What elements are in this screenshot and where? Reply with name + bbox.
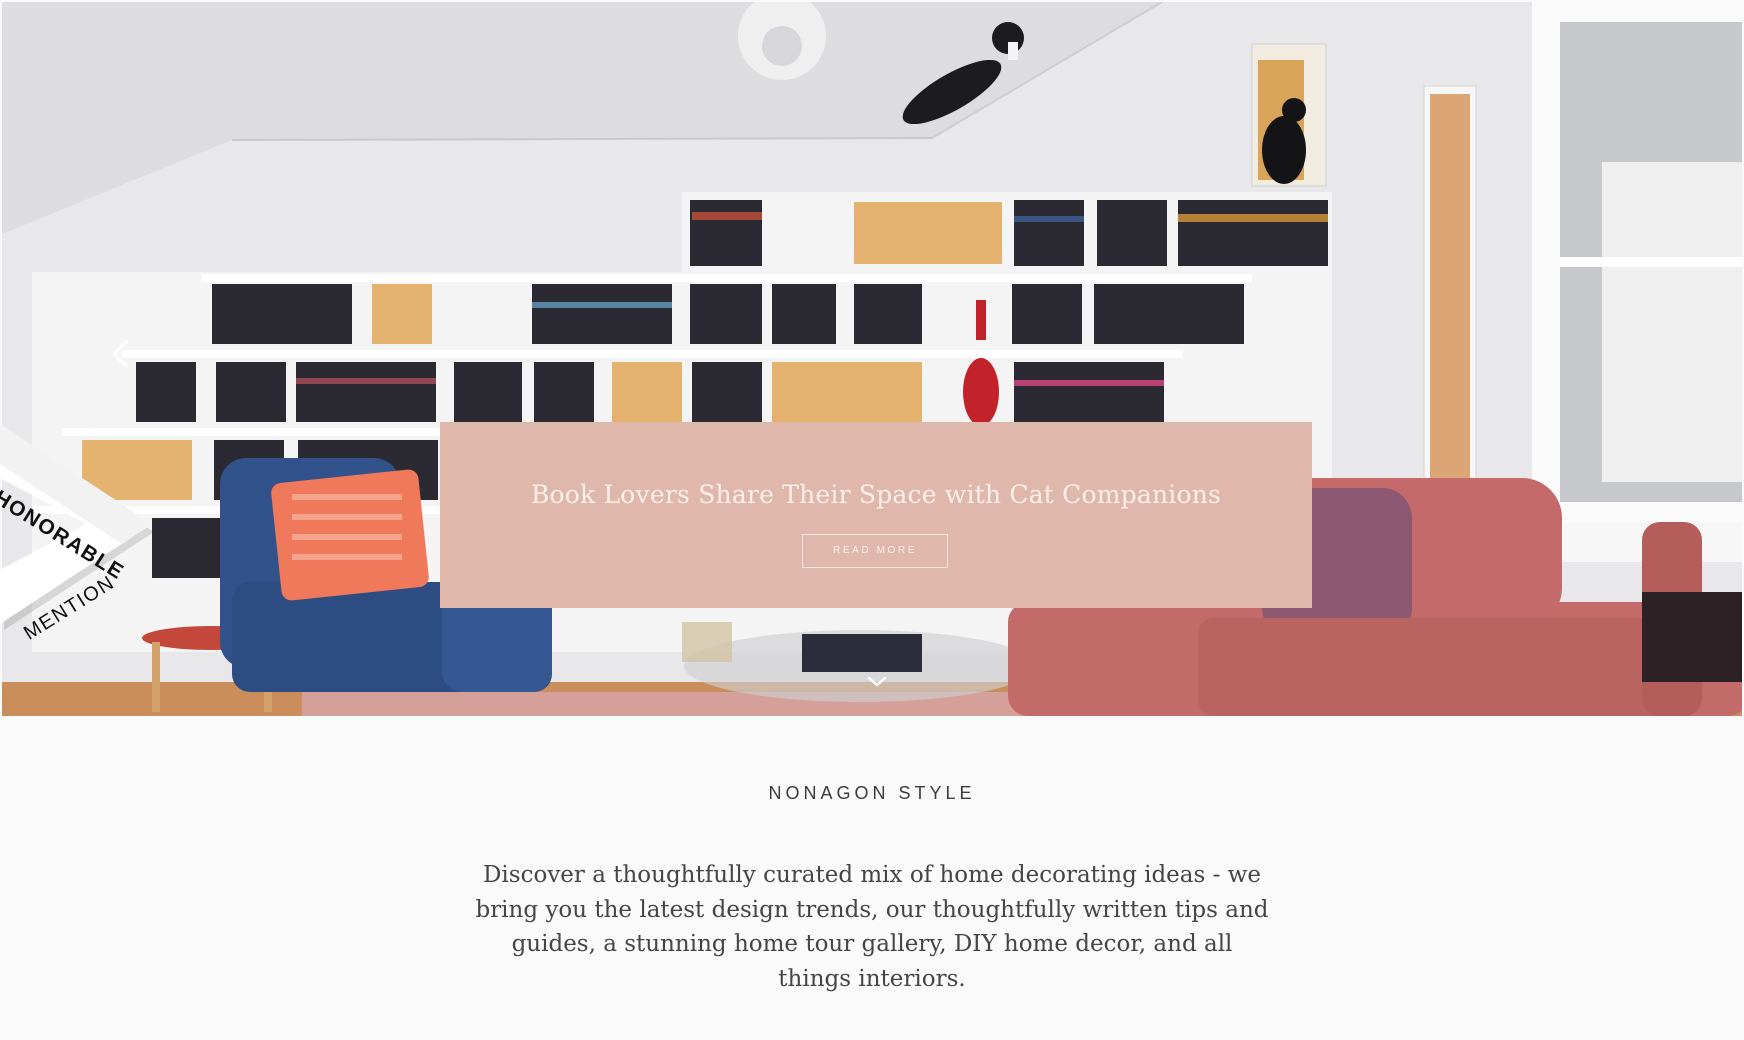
site-brand-heading: NONAGON STYLE xyxy=(768,783,976,803)
slide-caption-card: Book Lovers Share Their Space with Cat C… xyxy=(440,422,1312,608)
hero-slider: Book Lovers Share Their Space with Cat C… xyxy=(2,2,1742,716)
read-more-button[interactable]: READ MORE xyxy=(802,534,948,568)
previous-slide-button[interactable] xyxy=(106,336,136,372)
site-tagline: Discover a thoughtfully curated mix of h… xyxy=(475,862,1269,992)
page: Book Lovers Share Their Space with Cat C… xyxy=(0,0,1744,1040)
slide-title[interactable]: Book Lovers Share Their Space with Cat C… xyxy=(440,480,1312,509)
hero-image xyxy=(2,2,1742,716)
scroll-down-button[interactable] xyxy=(864,672,890,692)
chevron-left-icon xyxy=(112,340,128,368)
chevron-down-icon xyxy=(867,676,887,687)
honorable-mention-badge: HONORABLE MENTION xyxy=(0,420,170,680)
